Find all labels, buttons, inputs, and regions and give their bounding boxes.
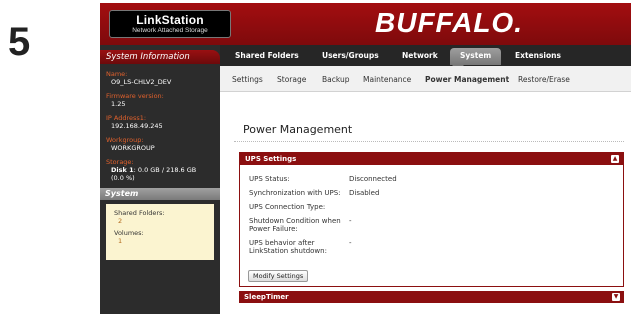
volumes-label: Volumes: — [114, 229, 144, 237]
firmware-label: Firmware version: — [106, 92, 164, 100]
modify-settings-button[interactable]: Modify Settings — [248, 270, 309, 282]
tab-network[interactable]: Network — [402, 51, 438, 60]
volumes-value: 1 — [118, 237, 123, 245]
ip-label: IP Address1: — [106, 114, 147, 122]
sub-nav: Settings Storage Backup Maintenance Powe… — [220, 66, 631, 92]
firmware-value: 1.25 — [111, 100, 126, 108]
shared-folders-label: Shared Folders: — [114, 209, 165, 217]
subtab-maintenance[interactable]: Maintenance — [363, 75, 411, 84]
sleep-timer-panel: SleepTimer ▼ — [239, 291, 624, 303]
storage-percent: (0.0 %) — [111, 174, 135, 182]
system-header: System — [100, 188, 220, 200]
brand-subtitle: Network Attached Storage — [132, 27, 208, 34]
sync-value: Disabled — [349, 189, 380, 197]
brand-title: LinkStation — [136, 13, 204, 27]
ups-settings-title: UPS Settings — [245, 155, 297, 163]
expand-icon[interactable]: ▼ — [612, 293, 620, 301]
name-field: Name: O9_LS-CHLV2_DEV — [100, 70, 220, 86]
tab-extensions[interactable]: Extensions — [515, 51, 561, 60]
system-information-header: System Information — [100, 50, 220, 64]
shutdown-value: - — [349, 217, 352, 225]
workgroup-label: Workgroup: — [106, 136, 144, 144]
subtab-power-management[interactable]: Power Management — [425, 75, 509, 84]
ups-status-label: UPS Status: — [249, 175, 290, 183]
subtab-settings[interactable]: Settings — [232, 75, 263, 84]
workgroup-field: Workgroup: WORKGROUP — [100, 136, 220, 152]
tab-users-groups[interactable]: Users/Groups — [322, 51, 379, 60]
subtab-storage[interactable]: Storage — [277, 75, 306, 84]
sidebar: System Information Name: O9_LS-CHLV2_DEV… — [100, 45, 220, 314]
ups-settings-panel: UPS Settings ▲ UPS Status: Disconnected … — [239, 152, 624, 287]
sleep-timer-title: SleepTimer — [244, 293, 289, 301]
sync-label: Synchronization with UPS: — [249, 189, 341, 197]
main-content: Power Management UPS Settings ▲ UPS Stat… — [220, 93, 631, 314]
subtab-restore-erase[interactable]: Restore/Erase — [518, 75, 570, 84]
shared-folders-value: 2 — [118, 217, 123, 225]
shutdown-label-line2: Power Failure: — [249, 225, 298, 233]
collapse-icon[interactable]: ▲ — [611, 155, 619, 163]
storage-value: Disk 1: 0.0 GB / 218.6 GB — [106, 166, 220, 174]
ups-status-value: Disconnected — [349, 175, 397, 183]
title-divider — [234, 141, 624, 142]
buffalo-logo: BUFFALO. — [375, 7, 523, 38]
name-value: O9_LS-CHLV2_DEV — [111, 78, 172, 86]
subtab-backup[interactable]: Backup — [322, 75, 350, 84]
ups-settings-header[interactable]: UPS Settings ▲ — [240, 153, 623, 165]
storage-label: Storage: — [106, 158, 134, 166]
tab-system[interactable]: System — [450, 48, 502, 65]
workgroup-value: WORKGROUP — [111, 144, 155, 152]
ip-value: 192.168.49.245 — [111, 122, 163, 130]
system-summary-box: Shared Folders: 2 Volumes: 1 — [106, 204, 214, 260]
sleep-timer-header[interactable]: SleepTimer ▼ — [239, 291, 624, 303]
name-label: Name: — [106, 70, 128, 78]
storage-capacity: : 0.0 GB / 218.6 GB — [133, 166, 197, 174]
storage-field: Storage: Disk 1: 0.0 GB / 218.6 GB (0.0 … — [100, 158, 220, 182]
firmware-field: Firmware version: 1.25 — [100, 92, 220, 108]
conn-type-label: UPS Connection Type: — [249, 203, 326, 211]
ip-field: IP Address1: 192.168.49.245 — [100, 114, 220, 130]
brand-badge: LinkStation Network Attached Storage — [109, 10, 231, 38]
app-window: LinkStation Network Attached Storage BUF… — [100, 3, 631, 314]
page-title: Power Management — [243, 123, 353, 136]
behavior-label-line1: UPS behavior after — [249, 239, 315, 247]
storage-disk: Disk 1 — [111, 166, 134, 174]
main-nav: Shared Folders Users/Groups Network Syst… — [220, 45, 631, 66]
tab-shared-folders[interactable]: Shared Folders — [235, 51, 299, 60]
shutdown-label-line1: Shutdown Condition when — [249, 217, 341, 225]
screenshot-stage: 5 LinkStation Network Attached Storage B… — [0, 0, 631, 314]
behavior-value: - — [349, 239, 352, 247]
behavior-label-line2: LinkStation shutdown: — [249, 247, 327, 255]
step-number: 5 — [8, 20, 31, 64]
header: LinkStation Network Attached Storage BUF… — [100, 3, 631, 45]
